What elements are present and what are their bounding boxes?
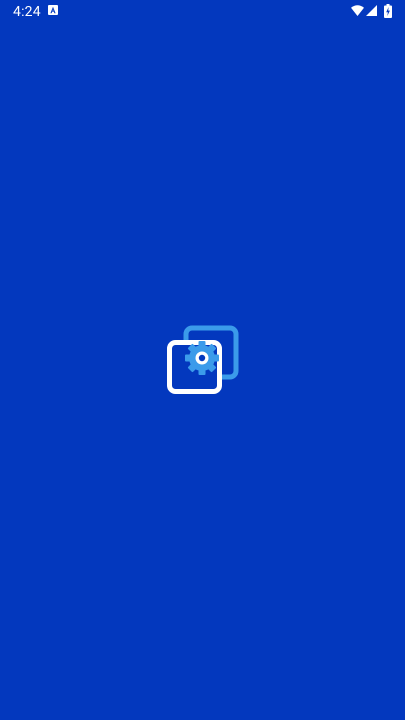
signal-icon bbox=[366, 5, 377, 16]
battery-charging-icon bbox=[384, 4, 392, 18]
app-logo-settings-icon bbox=[167, 325, 239, 394]
wifi-icon bbox=[351, 5, 364, 16]
status-bar: 4:24 bbox=[0, 0, 405, 24]
status-time: 4:24 bbox=[13, 4, 41, 20]
notification-a-icon bbox=[48, 5, 58, 15]
